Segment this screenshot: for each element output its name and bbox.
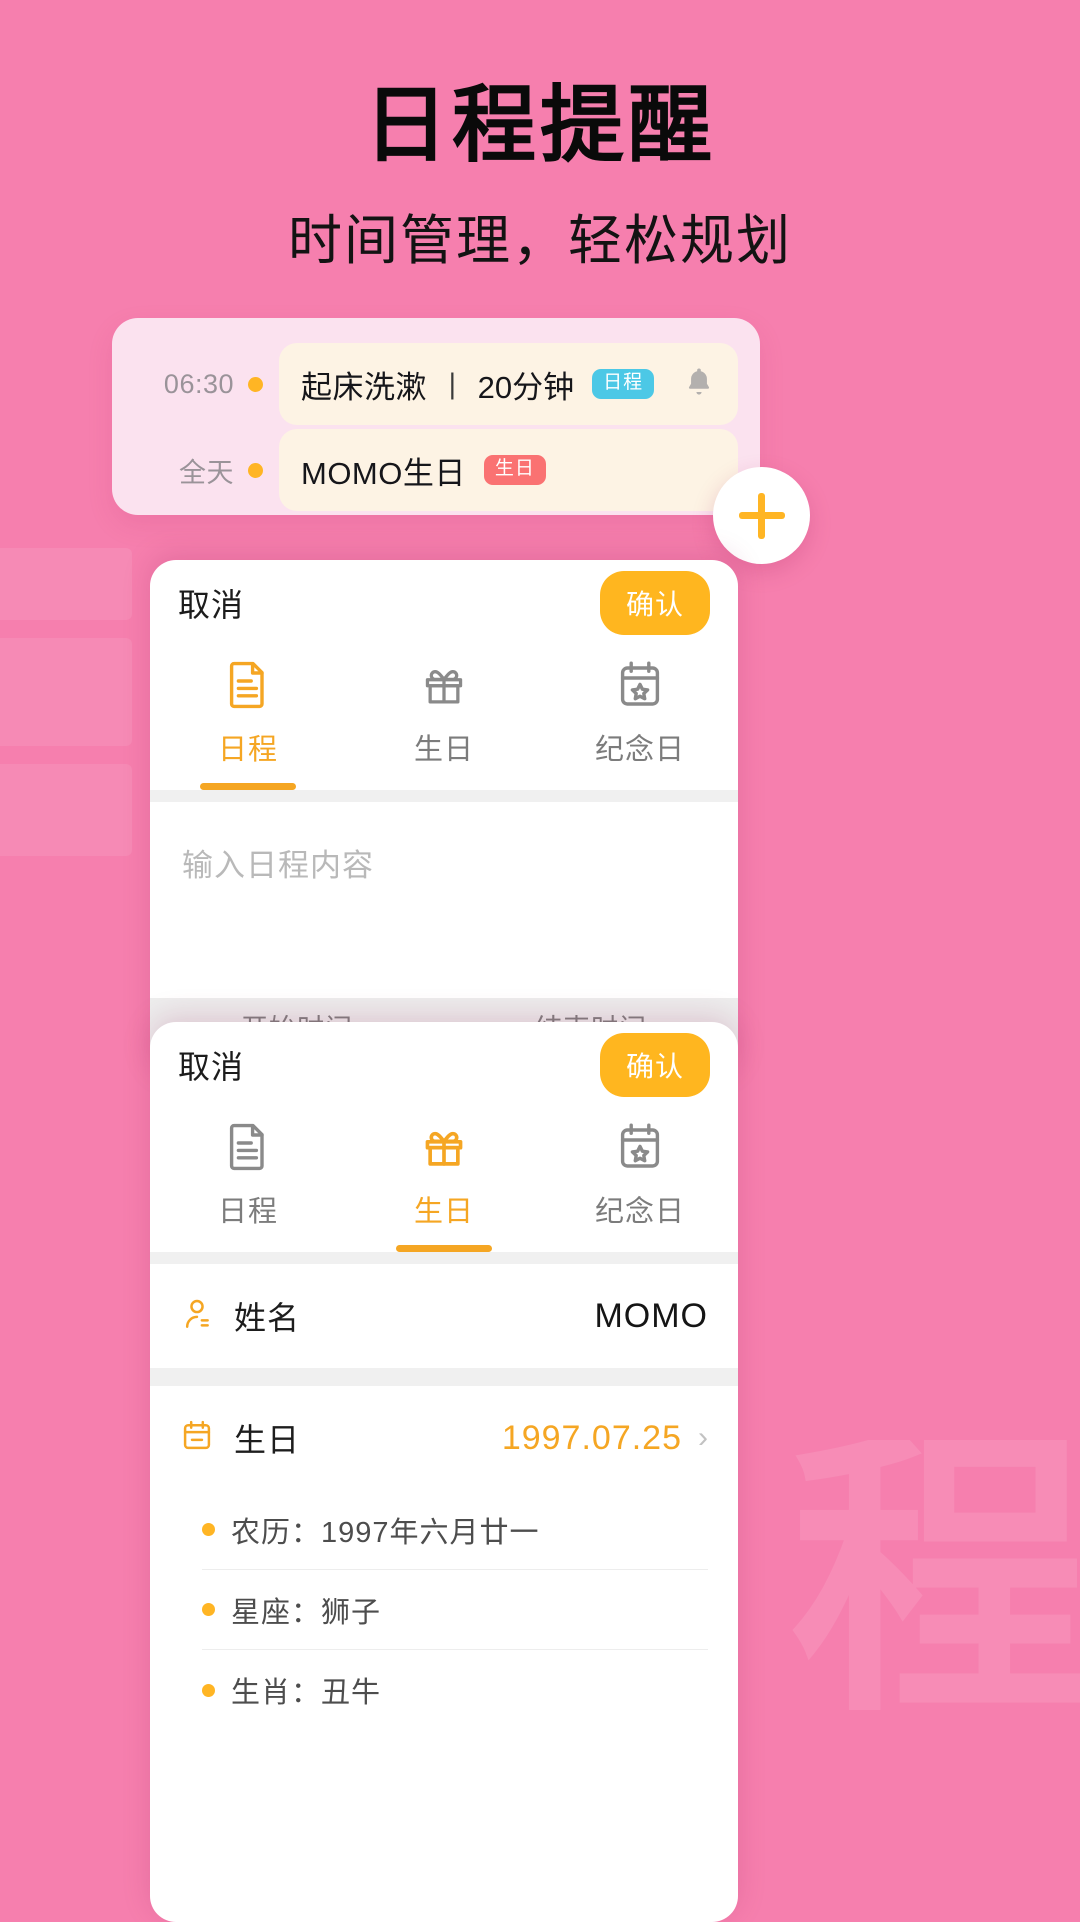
chevron-right-icon[interactable]: › — [698, 1421, 708, 1455]
person-icon — [180, 1296, 218, 1337]
tab-birthday[interactable]: 生日 — [346, 658, 542, 790]
confirm-button[interactable]: 确认 — [599, 1033, 710, 1097]
status-badge: 日程 — [592, 369, 655, 399]
schedule-row-time: 06:30 — [163, 368, 234, 399]
schedule-content-block: 输入日程内容 — [150, 802, 738, 998]
schedule-content-placeholder: 输入日程内容 — [182, 848, 374, 883]
confirm-button[interactable]: 确认 — [599, 571, 710, 635]
sheet-header: 取消 确认 — [150, 560, 738, 646]
bullet-icon — [202, 1603, 215, 1616]
schedule-content-input[interactable]: 输入日程内容 — [172, 826, 716, 998]
tab-anniversary[interactable]: 纪念日 — [542, 658, 738, 790]
tab-anniversary[interactable]: 纪念日 — [542, 1120, 738, 1252]
tab-label: 纪念日 — [594, 734, 685, 766]
tab-label: 日程 — [217, 734, 278, 766]
sheet-tabs: 日程 生日 纪念日 — [150, 646, 738, 790]
gift-icon — [419, 658, 469, 710]
tab-schedule[interactable]: 日程 — [150, 1120, 346, 1252]
calendar-star-icon — [616, 1120, 664, 1172]
schedule-dot-icon — [248, 462, 263, 478]
background-ghost-left — [0, 548, 132, 908]
detail-row: 生肖：丑牛 — [202, 1650, 708, 1730]
schedule-create-sheet: 取消 确认 日程 生日 纪念日 输入日程内容 — [150, 560, 738, 1080]
cancel-button[interactable]: 取消 — [178, 1042, 244, 1088]
row-gap — [150, 1368, 738, 1386]
tab-birthday[interactable]: 生日 — [346, 1120, 542, 1252]
plus-icon — [738, 492, 785, 539]
tab-divider — [150, 1252, 738, 1264]
bullet-icon — [202, 1683, 215, 1697]
cancel-button[interactable]: 取消 — [178, 580, 244, 626]
detail-row: 农历：1997年六月廿一 — [202, 1490, 708, 1570]
schedule-row[interactable]: 06:30 起床洗漱 ❘ 20分钟 日程 — [138, 343, 738, 425]
tab-active-underline — [200, 783, 296, 790]
status-badge: 生日 — [483, 455, 546, 485]
tab-label: 生日 — [413, 1196, 474, 1228]
schedule-row-body[interactable]: MOMO生日 生日 — [279, 429, 738, 511]
name-row-card: 姓名 MOMO — [150, 1264, 738, 1368]
background-ghost-right: 程 — [790, 1440, 1080, 1746]
calendar-icon — [180, 1418, 218, 1459]
birthday-row[interactable]: 生日 1997.07.25 › — [150, 1386, 738, 1490]
calendar-star-icon — [616, 658, 664, 710]
document-icon — [224, 1120, 272, 1172]
detail-text: 生肖：丑牛 — [231, 1677, 382, 1709]
schedule-preview-card: 06:30 起床洗漱 ❘ 20分钟 日程 全天 MOMO生日 生日 — [112, 318, 760, 515]
tab-label: 日程 — [217, 1196, 278, 1228]
page-subtitle: 时间管理，轻松规划 — [288, 211, 792, 272]
detail-row: 星座：狮子 — [202, 1570, 708, 1650]
detail-text: 星座：狮子 — [231, 1596, 382, 1629]
tab-label: 纪念日 — [594, 1196, 685, 1228]
birthday-create-sheet: 取消 确认 日程 生日 纪念日 姓名 MOMO 生日 1997.07.25 › … — [150, 1022, 738, 1922]
sheet-tabs: 日程 生日 纪念日 — [150, 1108, 738, 1252]
sheet-header: 取消 确认 — [150, 1022, 738, 1108]
schedule-row-time: 全天 — [179, 457, 234, 488]
schedule-row-title: 起床洗漱 — [301, 369, 427, 405]
document-icon — [224, 658, 272, 710]
schedule-row[interactable]: 全天 MOMO生日 生日 — [138, 429, 738, 511]
add-event-fab[interactable] — [713, 467, 810, 564]
birthday-row-label: 生日 — [234, 1422, 301, 1458]
name-row-value[interactable]: MOMO — [594, 1297, 708, 1336]
bell-icon[interactable] — [682, 364, 716, 405]
schedule-row-separator: ❘ — [441, 368, 464, 399]
tab-active-underline — [396, 1245, 492, 1252]
name-row[interactable]: 姓名 MOMO — [150, 1264, 738, 1368]
schedule-row-duration: 20分钟 — [477, 369, 575, 405]
bullet-icon — [202, 1523, 215, 1536]
page-title: 日程提醒 — [363, 78, 716, 172]
detail-text: 农历：1997年六月廿一 — [231, 1516, 540, 1549]
headline-block: 日程提醒 时间管理，轻松规划 — [0, 78, 1080, 275]
birthday-row-value[interactable]: 1997.07.25 — [502, 1419, 682, 1458]
gift-icon — [419, 1120, 469, 1172]
tab-label: 生日 — [413, 734, 474, 766]
schedule-row-body[interactable]: 起床洗漱 ❘ 20分钟 日程 — [279, 343, 738, 425]
schedule-dot-icon — [248, 376, 263, 392]
name-row-label: 姓名 — [234, 1300, 301, 1336]
birthday-row-card: 生日 1997.07.25 › 农历：1997年六月廿一 星座：狮子 生肖：丑牛 — [150, 1386, 738, 1730]
tab-divider — [150, 790, 738, 802]
schedule-row-title: MOMO生日 — [301, 455, 466, 491]
tab-schedule[interactable]: 日程 — [150, 658, 346, 790]
